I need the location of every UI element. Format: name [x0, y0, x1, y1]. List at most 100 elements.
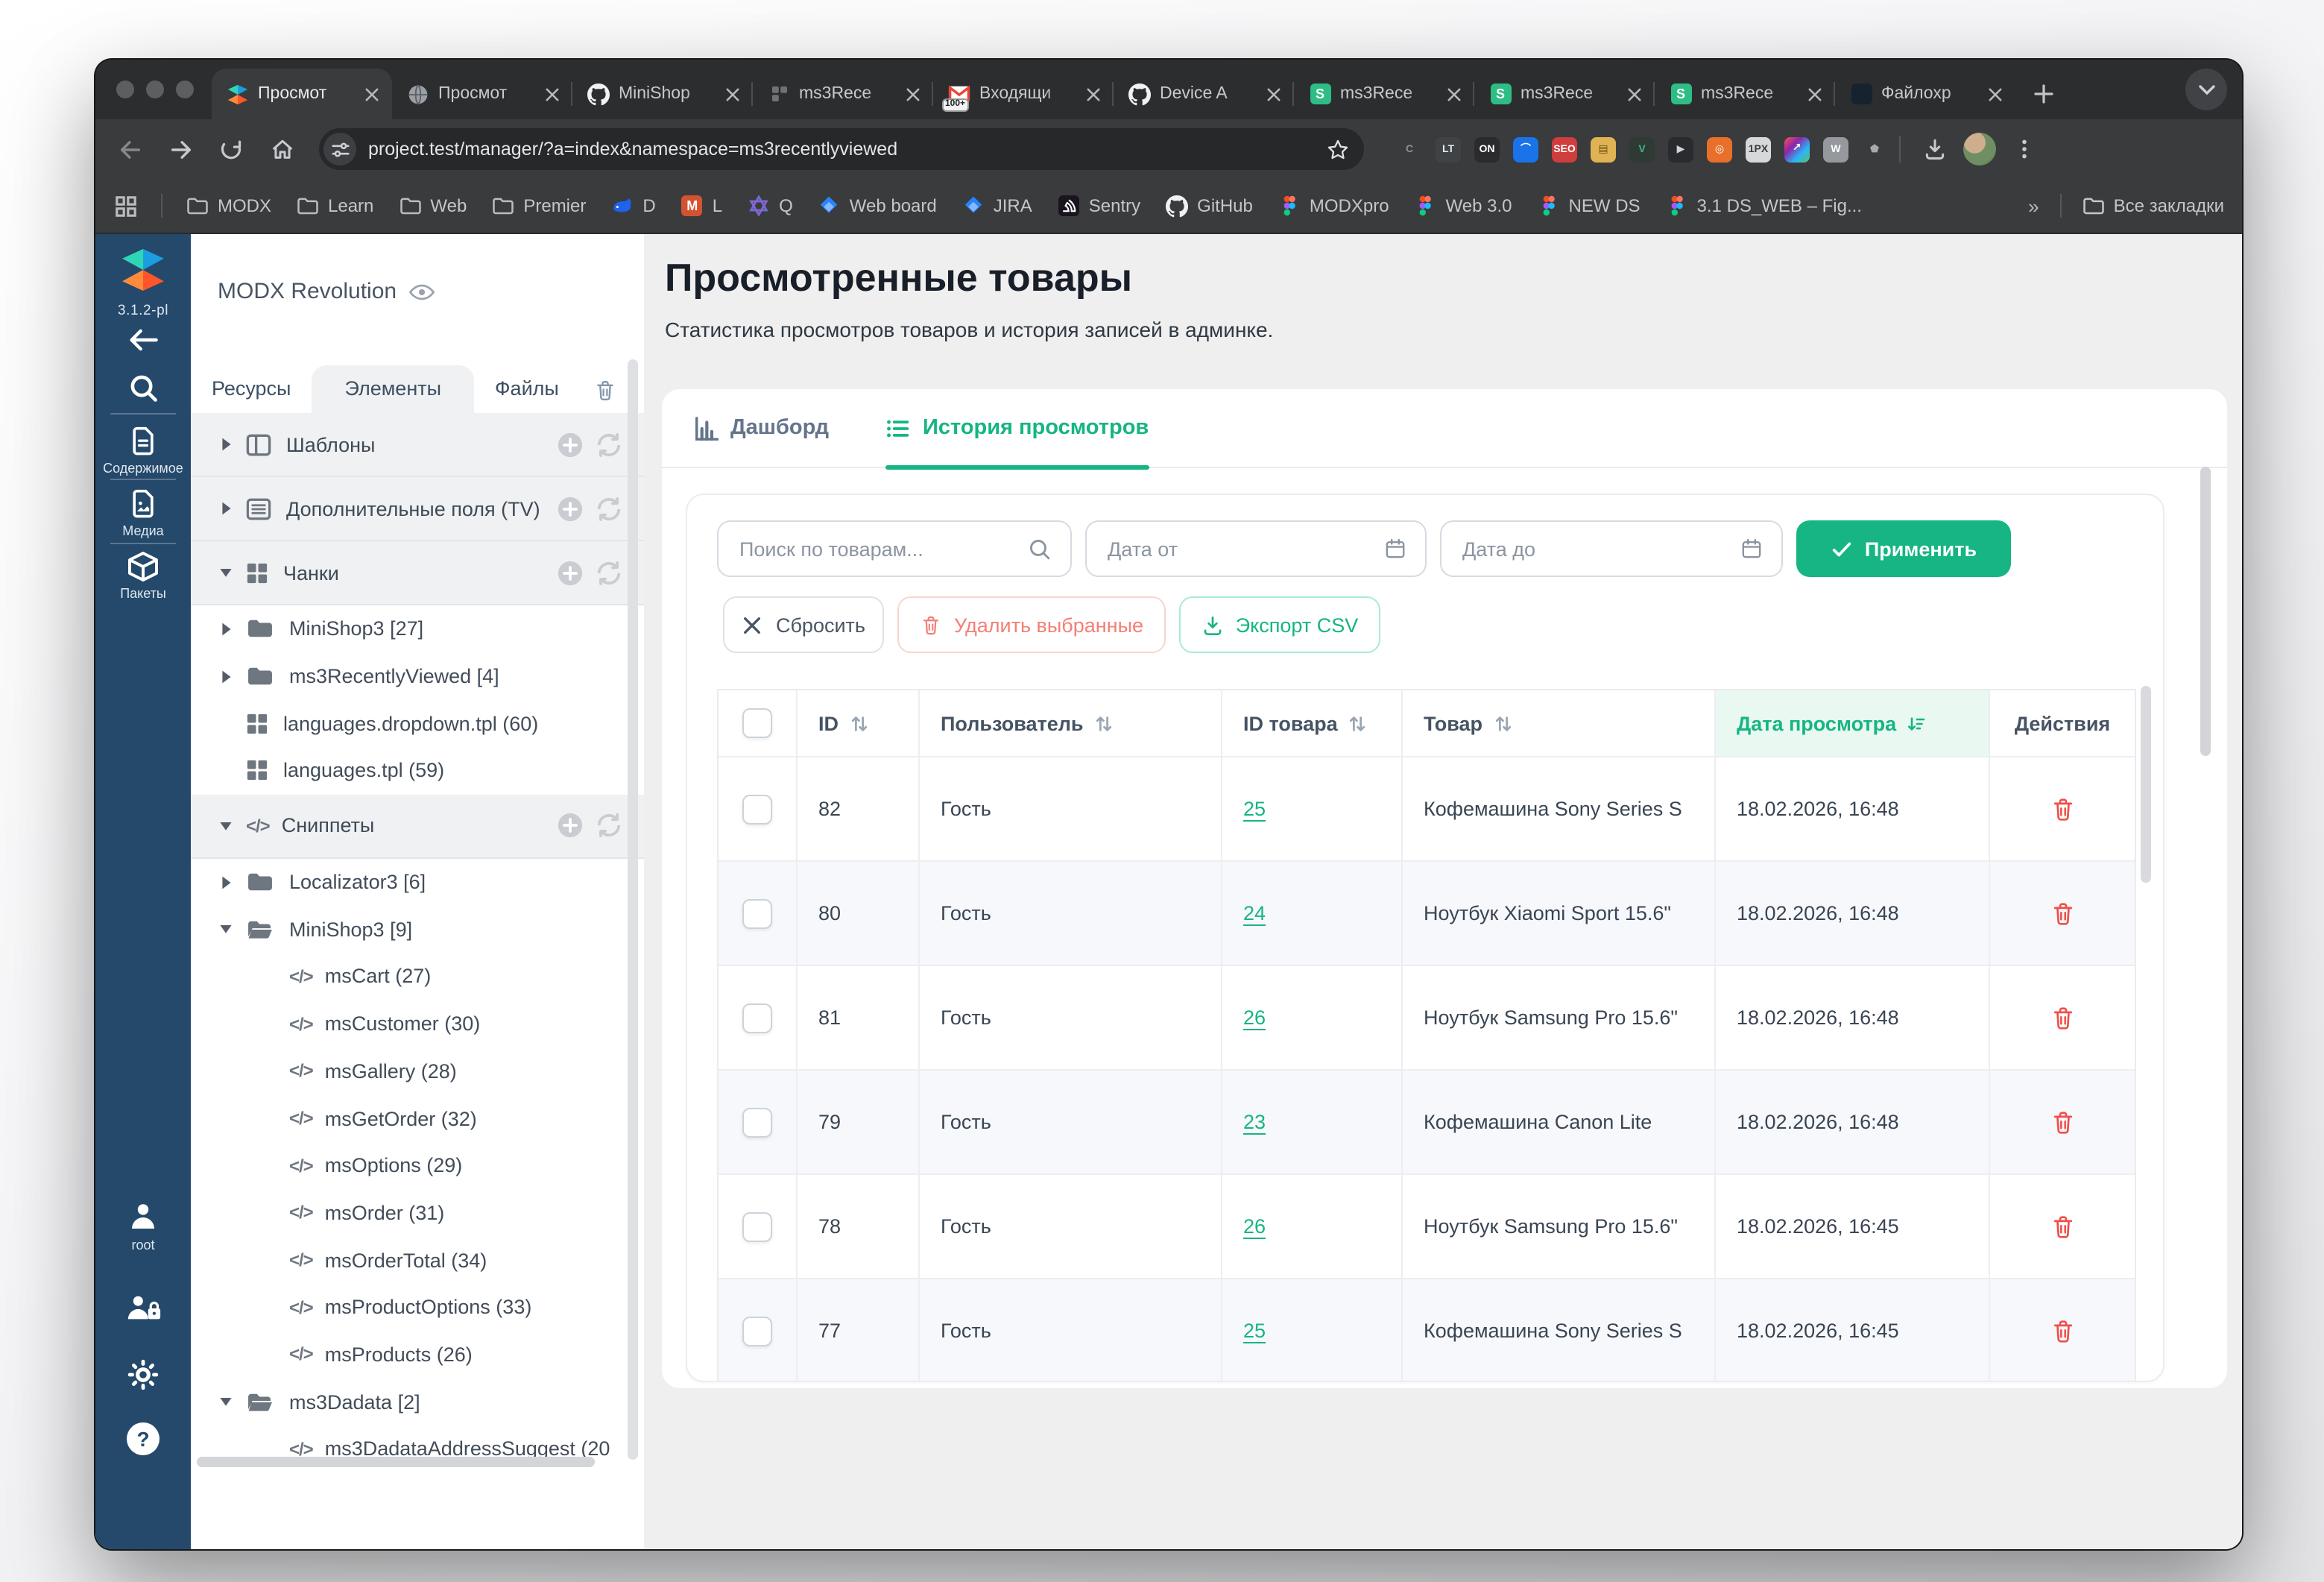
tree-item-9[interactable]: MiniShop3 [9] — [191, 906, 644, 953]
bookmarks-overflow-chevron[interactable]: » — [2028, 195, 2039, 217]
product-id-link[interactable]: 24 — [1243, 902, 1266, 924]
bookmark-star-icon[interactable] — [1325, 137, 1349, 161]
browser-menu-button[interactable] — [2002, 127, 2047, 171]
add-icon[interactable] — [556, 430, 584, 458]
url-text[interactable]: project.test/manager/?a=index&namespace=… — [368, 139, 1313, 160]
site-settings-icon[interactable] — [323, 133, 356, 166]
column-header-5[interactable]: Дата просмотра — [1716, 690, 1990, 756]
forward-button[interactable] — [158, 127, 203, 171]
caret-down-icon[interactable] — [219, 820, 233, 832]
caret-right-icon[interactable] — [219, 437, 233, 452]
row-checkbox[interactable] — [742, 794, 772, 824]
delete-selected-button[interactable]: Удалить выбранные — [897, 596, 1166, 653]
languagetool-extension-icon[interactable]: LT — [1436, 136, 1461, 162]
sort-icon[interactable] — [1093, 713, 1113, 733]
wappalyzer-extension-icon[interactable]: W — [1823, 136, 1848, 162]
tree-item-14[interactable]: </>msOptions (29) — [191, 1142, 644, 1189]
tab-close-icon[interactable] — [902, 83, 923, 104]
bookmark-item-3[interactable]: Premier — [492, 195, 586, 217]
tree-trash-icon[interactable] — [592, 377, 617, 403]
column-header-4[interactable]: Товар — [1403, 690, 1716, 756]
window-close-button[interactable] — [116, 81, 134, 98]
bookmark-item-12[interactable]: Web 3.0 — [1415, 195, 1512, 217]
modx-logo[interactable] — [95, 246, 191, 294]
tree-item-18[interactable]: </>msProducts (26) — [191, 1331, 644, 1378]
bookmark-item-7[interactable]: Web board — [818, 195, 937, 217]
downloads-button[interactable] — [1913, 127, 1957, 171]
eye-icon[interactable] — [408, 283, 435, 300]
select-all-checkbox[interactable] — [742, 708, 772, 738]
browser-tab-8[interactable]: Sms3Rece — [1655, 69, 1835, 119]
all-bookmarks-button[interactable]: Все закладки — [2083, 195, 2224, 217]
tree-item-8[interactable]: Localizator3 [6] — [191, 859, 644, 906]
sort-icon[interactable] — [1493, 713, 1512, 733]
sidebar-item-media[interactable]: Медиа — [95, 489, 191, 538]
delete-row-button[interactable] — [2049, 1213, 2076, 1240]
bookmark-item-13[interactable]: NEW DS — [1538, 195, 1641, 217]
sidebar-item-packages[interactable]: Пакеты — [95, 552, 191, 601]
notes-extension-icon[interactable]: ▤ — [1591, 136, 1616, 162]
tree-item-5[interactable]: languages.dropdown.tpl (60) — [191, 700, 644, 747]
reload-button[interactable] — [209, 127, 253, 171]
product-search-input[interactable] — [717, 520, 1072, 577]
sidebar-item-settings[interactable] — [95, 1358, 191, 1391]
content-scrollbar[interactable] — [2200, 467, 2211, 756]
sort-icon[interactable] — [849, 713, 868, 733]
caret-right-icon[interactable] — [219, 669, 233, 684]
tree-item-10[interactable]: </>msCart (27) — [191, 953, 644, 1000]
sidebar-item-content[interactable]: Содержимое — [95, 426, 191, 476]
reset-button[interactable]: Сбросить — [723, 596, 884, 653]
caret-down-icon[interactable] — [219, 567, 233, 579]
sidebar-item-user[interactable]: root — [95, 1200, 191, 1252]
seo-extension-icon[interactable]: SEO — [1552, 136, 1577, 162]
tree-item-11[interactable]: </>msCustomer (30) — [191, 1000, 644, 1047]
add-icon[interactable] — [556, 494, 584, 523]
content-tab-1[interactable]: История просмотров — [885, 389, 1149, 467]
column-header-2[interactable]: Пользователь — [920, 690, 1222, 756]
column-header-3[interactable]: ID товара — [1222, 690, 1403, 756]
tree-item-13[interactable]: </>msGetOrder (32) — [191, 1094, 644, 1141]
column-header-1[interactable]: ID — [798, 690, 920, 756]
browser-tab-2[interactable]: MiniShop — [572, 69, 753, 119]
caret-down-icon[interactable] — [219, 1396, 233, 1408]
browser-tab-6[interactable]: Sms3Rece — [1294, 69, 1474, 119]
row-checkbox[interactable] — [742, 1107, 772, 1137]
bookmark-item-8[interactable]: JIRA — [962, 195, 1032, 217]
tree-item-15[interactable]: </>msOrder (31) — [191, 1189, 644, 1236]
browser-tab-3[interactable]: ms3Rece — [753, 69, 933, 119]
product-id-link[interactable]: 23 — [1243, 1111, 1266, 1133]
product-id-link[interactable]: 25 — [1243, 798, 1266, 820]
tree-section-0[interactable]: Шаблоны — [191, 413, 644, 477]
claude-extension-icon[interactable]: C — [1397, 136, 1422, 162]
add-icon[interactable] — [556, 812, 584, 840]
bookmark-item-2[interactable]: Web — [399, 195, 467, 217]
tree-item-12[interactable]: </>msGallery (28) — [191, 1047, 644, 1094]
tree-item-19[interactable]: ms3Dadata [2] — [191, 1378, 644, 1425]
puzzle-extension-icon[interactable]: ⬟ — [1862, 136, 1887, 162]
window-zoom-button[interactable] — [176, 81, 194, 98]
row-checkbox[interactable] — [742, 1211, 772, 1241]
refresh-icon[interactable] — [595, 494, 623, 523]
tree-item-3[interactable]: MiniShop3 [27] — [191, 605, 644, 652]
tree-vertical-scrollbar[interactable] — [628, 359, 638, 1460]
bookmark-item-5[interactable]: ML — [681, 195, 722, 217]
delete-row-button[interactable] — [2049, 1109, 2076, 1135]
product-id-link[interactable]: 25 — [1243, 1320, 1266, 1342]
caret-right-icon[interactable] — [219, 622, 233, 637]
caret-right-icon[interactable] — [219, 874, 233, 889]
add-icon[interactable] — [556, 558, 584, 587]
player-extension-icon[interactable]: ▶ — [1668, 136, 1693, 162]
row-checkbox[interactable] — [742, 1316, 772, 1346]
table-scrollbar[interactable] — [2141, 686, 2151, 883]
bookmark-item-11[interactable]: MODXpro — [1278, 195, 1389, 217]
tab-close-icon[interactable] — [361, 83, 382, 104]
search-rail-icon[interactable] — [95, 373, 191, 404]
browser-tab-1[interactable]: Просмот — [392, 69, 572, 119]
bookmark-item-14[interactable]: 3.1 DS_WEB – Fig... — [1666, 195, 1862, 217]
collapse-sidebar-button[interactable] — [95, 327, 191, 353]
delete-row-button[interactable] — [2049, 1004, 2076, 1031]
tree-item-4[interactable]: ms3RecentlyViewed [4] — [191, 652, 644, 699]
delete-row-button[interactable] — [2049, 795, 2076, 822]
tab-close-icon[interactable] — [541, 83, 562, 104]
browser-tab-4[interactable]: 100+Входящи — [933, 69, 1114, 119]
